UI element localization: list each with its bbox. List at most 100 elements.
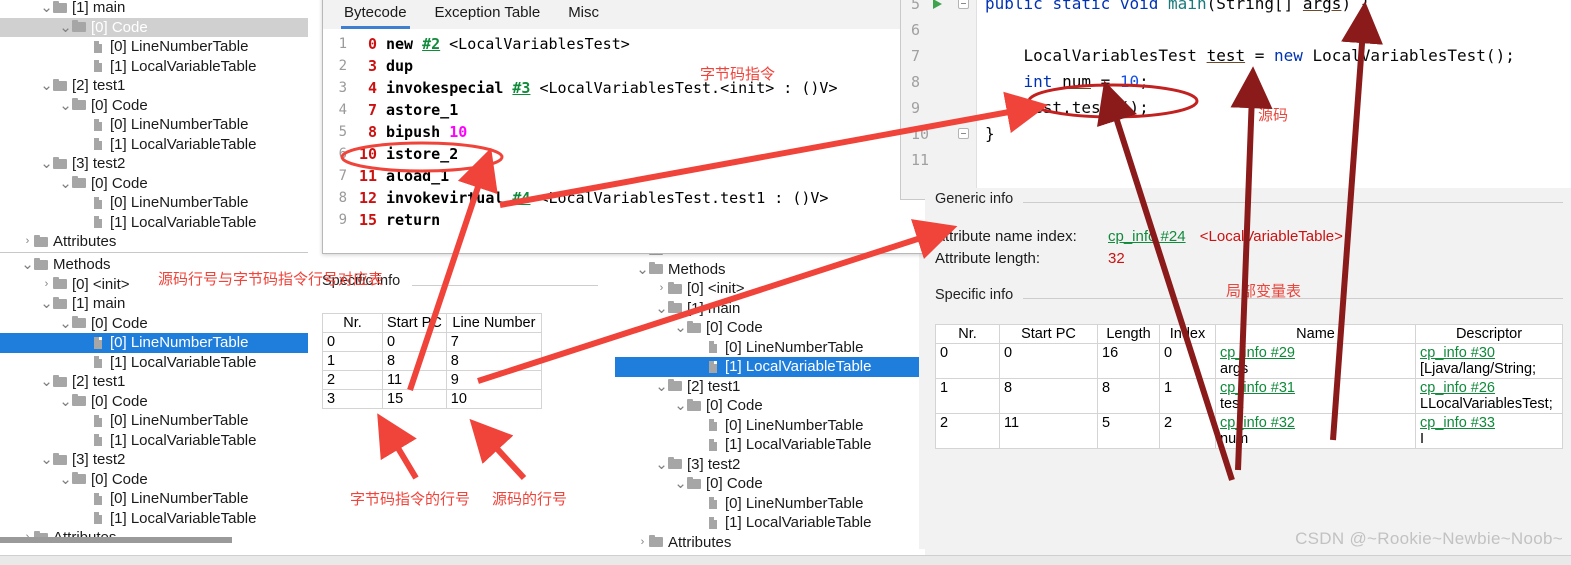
bytecode-cp-reference[interactable]: #3 [512, 79, 530, 97]
lnt-header-linenumber[interactable]: Line Number [445, 313, 543, 333]
bytecode-cp-reference[interactable]: #2 [422, 35, 440, 53]
table-row[interactable]: 3 15 10 [322, 389, 543, 409]
chevron-down-icon[interactable]: ⌄ [655, 457, 668, 472]
bytecode-popup-window[interactable]: Specific info Bytecode Exception Table M… [322, 0, 930, 254]
lvt-name-cp-ref[interactable]: cp_info #32 [1220, 415, 1411, 431]
chevron-down-icon[interactable]: ⌄ [59, 20, 72, 35]
tree-item-row[interactable]: [0] LineNumberTable [0, 489, 308, 509]
tree-item-row[interactable]: [1] LocalVariableTable [0, 213, 308, 233]
lvt-header-index[interactable]: Index [1159, 324, 1216, 344]
chevron-right-icon[interactable]: › [655, 283, 668, 294]
bytecode-line[interactable]: 9 15 return [327, 209, 929, 231]
bytecode-line[interactable]: 2 3 dup [327, 55, 929, 77]
lvt-header-nr[interactable]: Nr. [935, 324, 1000, 344]
table-row[interactable]: 2 11 5 2 cp_info #32 num cp_info #33 I [935, 413, 1563, 449]
chevron-down-icon[interactable]: ⌄ [40, 452, 53, 467]
chevron-down-icon[interactable]: ⌄ [59, 394, 72, 409]
editor-code-line[interactable] [985, 17, 1571, 43]
chevron-down-icon[interactable]: ⌄ [59, 98, 72, 113]
chevron-down-icon[interactable]: ⌄ [40, 0, 53, 15]
chevron-down-icon[interactable]: ⌄ [59, 472, 72, 487]
tree-item-row[interactable]: ⌄ [3] test2 [0, 154, 308, 174]
bytecode-line[interactable]: 1 0 new #2 <LocalVariablesTest> [327, 33, 929, 55]
left-panel-hscrollbar[interactable] [0, 537, 232, 543]
tree-item-row[interactable]: ⌄ [0] Code [0, 96, 308, 116]
line-number-table[interactable]: Nr. Start PC Line Number 0 0 7 1 8 8 2 11 9 3 15 10 [322, 313, 543, 409]
tree-item-row[interactable]: ⌄ [0] Code [0, 17, 308, 37]
tree-item-row[interactable]: ⌄ [1] main [615, 299, 919, 319]
table-row[interactable]: 188 [322, 351, 543, 371]
lvt-name-cp-ref[interactable]: cp_info #29 [1220, 345, 1411, 361]
chevron-down-icon[interactable]: ⌄ [21, 257, 34, 272]
lvt-descriptor-cp-ref[interactable]: cp_info #30 [1420, 345, 1558, 361]
lvt-header-length[interactable]: Length [1097, 324, 1160, 344]
chevron-down-icon[interactable]: ⌄ [59, 176, 72, 191]
tree-item-row[interactable]: [1] LocalVariableTable [0, 431, 308, 451]
tree-item-row[interactable]: [0] LineNumberTable [615, 416, 919, 436]
lvt-header-startpc[interactable]: Start PC [999, 324, 1098, 344]
editor-code-line[interactable] [985, 147, 1571, 173]
chevron-down-icon[interactable]: ⌄ [40, 374, 53, 389]
editor-code-line[interactable]: public static void main(String[] args) { [985, 0, 1571, 17]
chevron-down-icon[interactable]: ⌄ [674, 320, 687, 335]
editor-line-number[interactable]: 6 [901, 17, 976, 43]
lvt-header-descriptor[interactable]: Descriptor [1415, 324, 1563, 344]
run-method-icon[interactable] [933, 0, 942, 9]
lnt-header-nr[interactable]: Nr. [322, 313, 383, 333]
table-row[interactable]: 2 11 9 [322, 370, 543, 390]
tree-item-row[interactable]: ⌄ [0] Code [0, 392, 308, 412]
editor-line-number[interactable]: 10 [901, 121, 976, 147]
lvt-descriptor-cp-ref[interactable]: cp_info #26 [1420, 380, 1558, 396]
tree-item-row[interactable]: ⌄ [2] test1 [0, 76, 308, 96]
tree-item-row[interactable]: [1] LocalVariableTable [615, 435, 919, 455]
chevron-right-icon[interactable]: › [21, 236, 34, 247]
chevron-down-icon[interactable]: ⌄ [40, 78, 53, 93]
tree-item-row[interactable]: › [0] <init> [615, 279, 919, 299]
editor-line-number[interactable]: 5 [901, 0, 976, 17]
chevron-down-icon[interactable]: ⌄ [40, 296, 53, 311]
chevron-down-icon[interactable]: ⌄ [40, 156, 53, 171]
table-row[interactable]: 007 [322, 332, 543, 352]
left-hscroll-thumb[interactable] [0, 537, 232, 543]
tree-item-row[interactable]: [0] LineNumberTable [0, 411, 308, 431]
bytecode-listing[interactable]: 1 0 new #2 <LocalVariablesTest> 2 3 dup 3 4 invoke… [323, 29, 929, 231]
chevron-down-icon[interactable]: ⌄ [655, 379, 668, 394]
tree-item-row[interactable]: › Attributes [615, 533, 919, 549]
tree-item-row[interactable]: [0] LineNumberTable [615, 338, 919, 358]
bytecode-cp-reference[interactable]: #4 [512, 189, 530, 207]
chevron-down-icon[interactable]: ⌄ [59, 316, 72, 331]
bytecode-line[interactable]: 8 12 invokevirtual #4 <LocalVariablesTest.te… [327, 187, 929, 209]
tree-item-row[interactable]: [0] LineNumberTable [0, 115, 308, 135]
tree-item-row[interactable]: [0] LineNumberTable [0, 333, 308, 353]
tree-item-row[interactable]: ⌄ [1] main [0, 294, 308, 314]
chevron-right-icon[interactable]: › [40, 278, 53, 290]
tree-item-row[interactable]: [1] LocalVariableTable [0, 509, 308, 529]
lvt-descriptor-cp-ref[interactable]: cp_info #33 [1420, 415, 1558, 431]
bytecode-line[interactable]: 4 7 astore_1 [327, 99, 929, 121]
tree-item-row[interactable]: ⌄ [0] Code [615, 396, 919, 416]
editor-line-number[interactable]: 9 [901, 95, 976, 121]
tree-item-row[interactable]: [1] LocalVariableTable [0, 353, 308, 373]
tree-item-row[interactable]: ⌄ [0] Code [0, 470, 308, 490]
tree-item-row[interactable]: ⌄ [1] main [0, 0, 308, 18]
bytecode-line[interactable]: 3 4 invokespecial #3 <LocalVariablesTest.<in… [327, 77, 929, 99]
editor-source-text[interactable]: public static void main(String[] args) {… [985, 0, 1571, 199]
chevron-down-icon[interactable]: ⌄ [674, 398, 687, 413]
chevron-down-icon[interactable]: ⌄ [655, 301, 668, 316]
chevron-right-icon[interactable]: › [636, 536, 649, 548]
tree-item-row[interactable]: ⌄ [2] test1 [615, 377, 919, 397]
tree-item-row[interactable]: ⌄ [3] test2 [0, 450, 308, 470]
editor-code-line[interactable]: LocalVariablesTest test = new LocalVaria… [985, 43, 1571, 69]
attribute-name-index-value[interactable]: cp_info #24 [1108, 228, 1186, 245]
tree-item-row[interactable]: › Attributes [0, 232, 308, 252]
table-row[interactable]: 1 8 8 1 cp_info #31 test cp_info #26 LLocalVari… [935, 378, 1563, 414]
bytecode-line[interactable]: 6 10 istore_2 [327, 143, 929, 165]
tree-item-row[interactable]: [0] LineNumberTable [0, 37, 308, 57]
table-row[interactable]: 0 0 16 0 cp_info #29 args cp_info #30 [Ljava/la… [935, 343, 1563, 379]
bytecode-line[interactable]: 7 11 aload_1 [327, 165, 929, 187]
source-code-editor-window[interactable]: 5 6 7 8 9 10 11 public static void main(String… [900, 0, 1571, 200]
tab-bytecode[interactable]: Bytecode [341, 4, 410, 29]
tree-item-row[interactable]: ⌄ [0] Code [0, 314, 308, 334]
tree-item-row[interactable]: [1] LocalVariableTable [615, 357, 919, 377]
tree-item-row[interactable]: ⌄ Methods [615, 260, 919, 280]
